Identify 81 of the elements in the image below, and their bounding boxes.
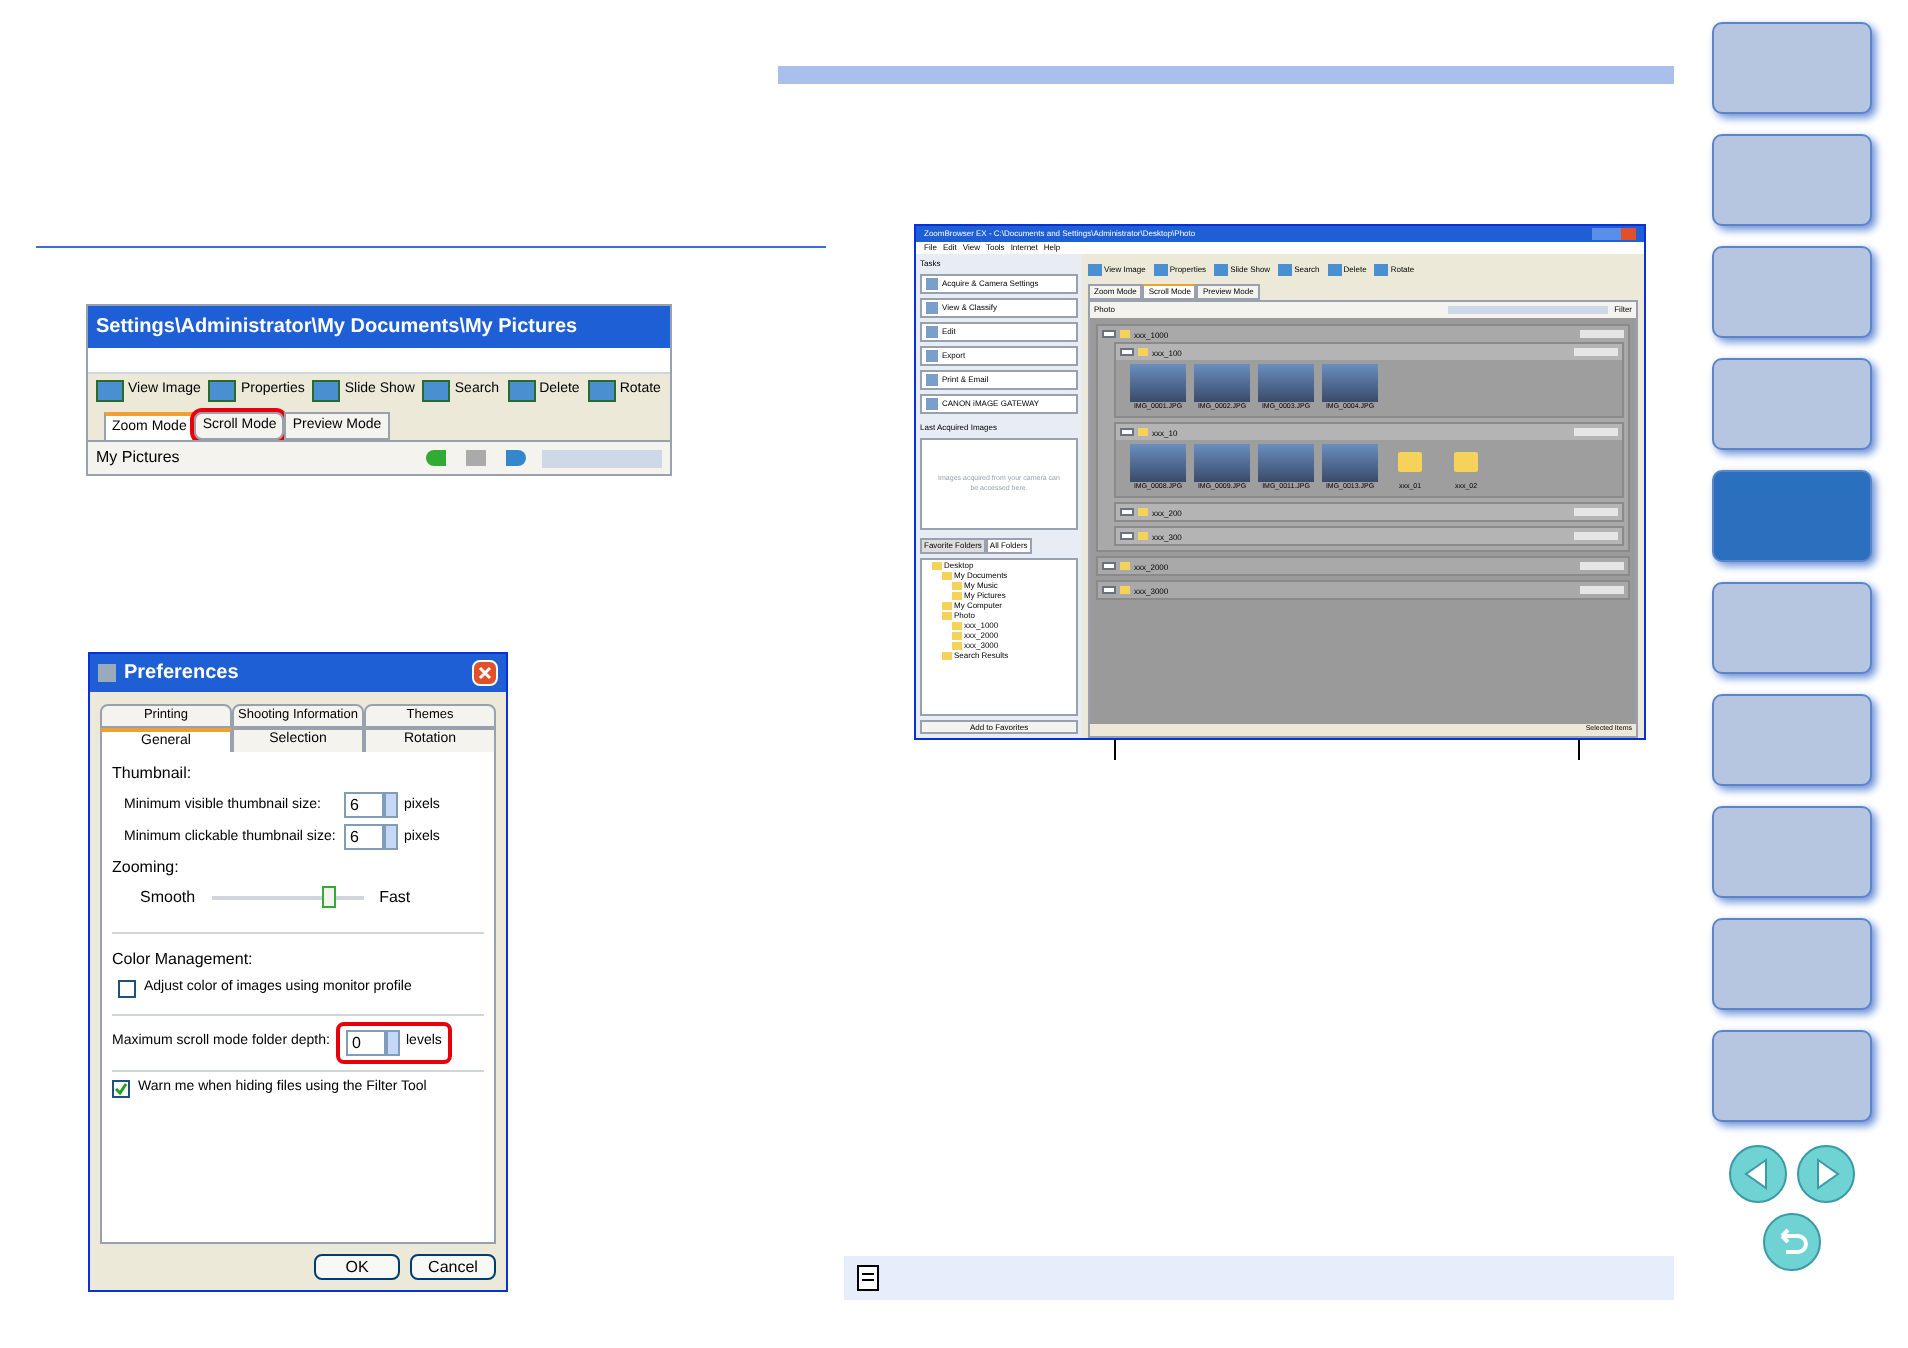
window-title: Settings\Administrator\My Documents\My Pictures: [88, 306, 670, 348]
folder-info-icons: [1580, 586, 1624, 594]
close-icon: [478, 666, 492, 680]
photo-placeholder[interactable]: [1194, 444, 1250, 482]
chapter-tab-button[interactable]: [1711, 22, 1871, 114]
chapter-tab-button[interactable]: [1711, 358, 1871, 450]
navigation-icons: [426, 450, 526, 466]
dialog-button[interactable]: Cancel: [410, 1254, 496, 1280]
photo-placeholder[interactable]: [1194, 364, 1250, 402]
previous-page-icon[interactable]: [1727, 1144, 1787, 1204]
picture-icon: [422, 379, 451, 401]
checkbox[interactable]: [112, 1079, 130, 1097]
slider-max-label: Fast: [379, 886, 411, 911]
number-field[interactable]: 0: [346, 1029, 386, 1056]
spin-arrows-icon[interactable]: [384, 824, 398, 851]
view-controls-icon: [1448, 306, 1609, 314]
chapter-tab-button[interactable]: [1711, 694, 1871, 786]
expand-toggle-icon: [1102, 562, 1116, 570]
dialog-button[interactable]: OK: [314, 1254, 400, 1280]
folder-icon: [1120, 586, 1130, 594]
folder-info-icons: [1574, 348, 1618, 356]
photo-placeholder[interactable]: [1130, 364, 1186, 402]
dialog-title: Preferences: [124, 660, 239, 688]
photo-placeholder[interactable]: [1130, 444, 1186, 482]
photo-placeholder[interactable]: [1322, 444, 1378, 482]
folder-icon: [1138, 508, 1148, 516]
checkmark-icon: [114, 1081, 128, 1095]
next-page-icon[interactable]: [1795, 1144, 1855, 1204]
picture-icon: [96, 379, 124, 401]
picture-icon: [1278, 264, 1293, 276]
picture-icon: [1327, 264, 1342, 276]
return-icon[interactable]: [1761, 1212, 1821, 1272]
photo-placeholder[interactable]: [1258, 444, 1314, 482]
folder-info-icons: [1574, 508, 1618, 516]
folder-info-icons: [1574, 532, 1618, 540]
picture-icon: [1374, 264, 1389, 276]
picture-icon: [208, 379, 237, 401]
expand-toggle-icon: [1120, 428, 1134, 436]
expand-toggle-icon: [1120, 508, 1134, 516]
chapter-tab-button[interactable]: [1711, 1030, 1871, 1122]
number-field[interactable]: 6: [344, 824, 384, 851]
view-icons: [542, 449, 662, 467]
picture-icon: [507, 379, 536, 401]
picture-icon: [312, 379, 341, 401]
zoom-slider[interactable]: [211, 886, 364, 911]
spin-arrows-icon[interactable]: [386, 1029, 400, 1056]
folder-icon: [1398, 452, 1422, 472]
app-icon: [98, 664, 116, 682]
folder-icon: [1454, 452, 1478, 472]
photo-placeholder[interactable]: [1322, 364, 1378, 402]
chapter-tab-button[interactable]: [1711, 918, 1871, 1010]
memo-icon: [856, 1264, 880, 1292]
section-heading: Color Management:: [112, 948, 255, 973]
chapter-tab-button[interactable]: [1711, 470, 1871, 562]
section-heading: Zooming:: [112, 856, 181, 881]
number-field[interactable]: 6: [344, 792, 384, 819]
spin-arrows-icon[interactable]: [384, 792, 398, 819]
slider-thumb[interactable]: [321, 886, 336, 909]
chapter-tab-button[interactable]: [1711, 246, 1871, 338]
folder-icon: [1138, 428, 1148, 436]
picture-icon: [1214, 264, 1229, 276]
panel-title: My Pictures: [96, 446, 180, 470]
close-button[interactable]: [472, 660, 498, 686]
picture-icon: [1153, 264, 1168, 276]
chapter-tab-button[interactable]: [1711, 134, 1871, 226]
window-controls-icon: [1592, 228, 1636, 240]
folder-icon: [1120, 562, 1130, 570]
checkbox[interactable]: [118, 980, 136, 998]
section-heading: Thumbnail:: [112, 762, 194, 787]
picture-icon: [1088, 264, 1102, 276]
picture-icon: [587, 379, 616, 401]
chapter-tab-button[interactable]: [1711, 806, 1871, 898]
slider-min-label: Smooth: [140, 886, 196, 911]
folder-info-icons: [1580, 330, 1624, 338]
folder-icon: [1138, 532, 1148, 540]
expand-toggle-icon: [1120, 532, 1134, 540]
chapter-tab-button[interactable]: [1711, 582, 1871, 674]
photo-placeholder[interactable]: [1258, 364, 1314, 402]
folder-info-icons: [1574, 428, 1618, 436]
expand-toggle-icon: [1102, 586, 1116, 594]
folder-info-icons: [1580, 562, 1624, 570]
